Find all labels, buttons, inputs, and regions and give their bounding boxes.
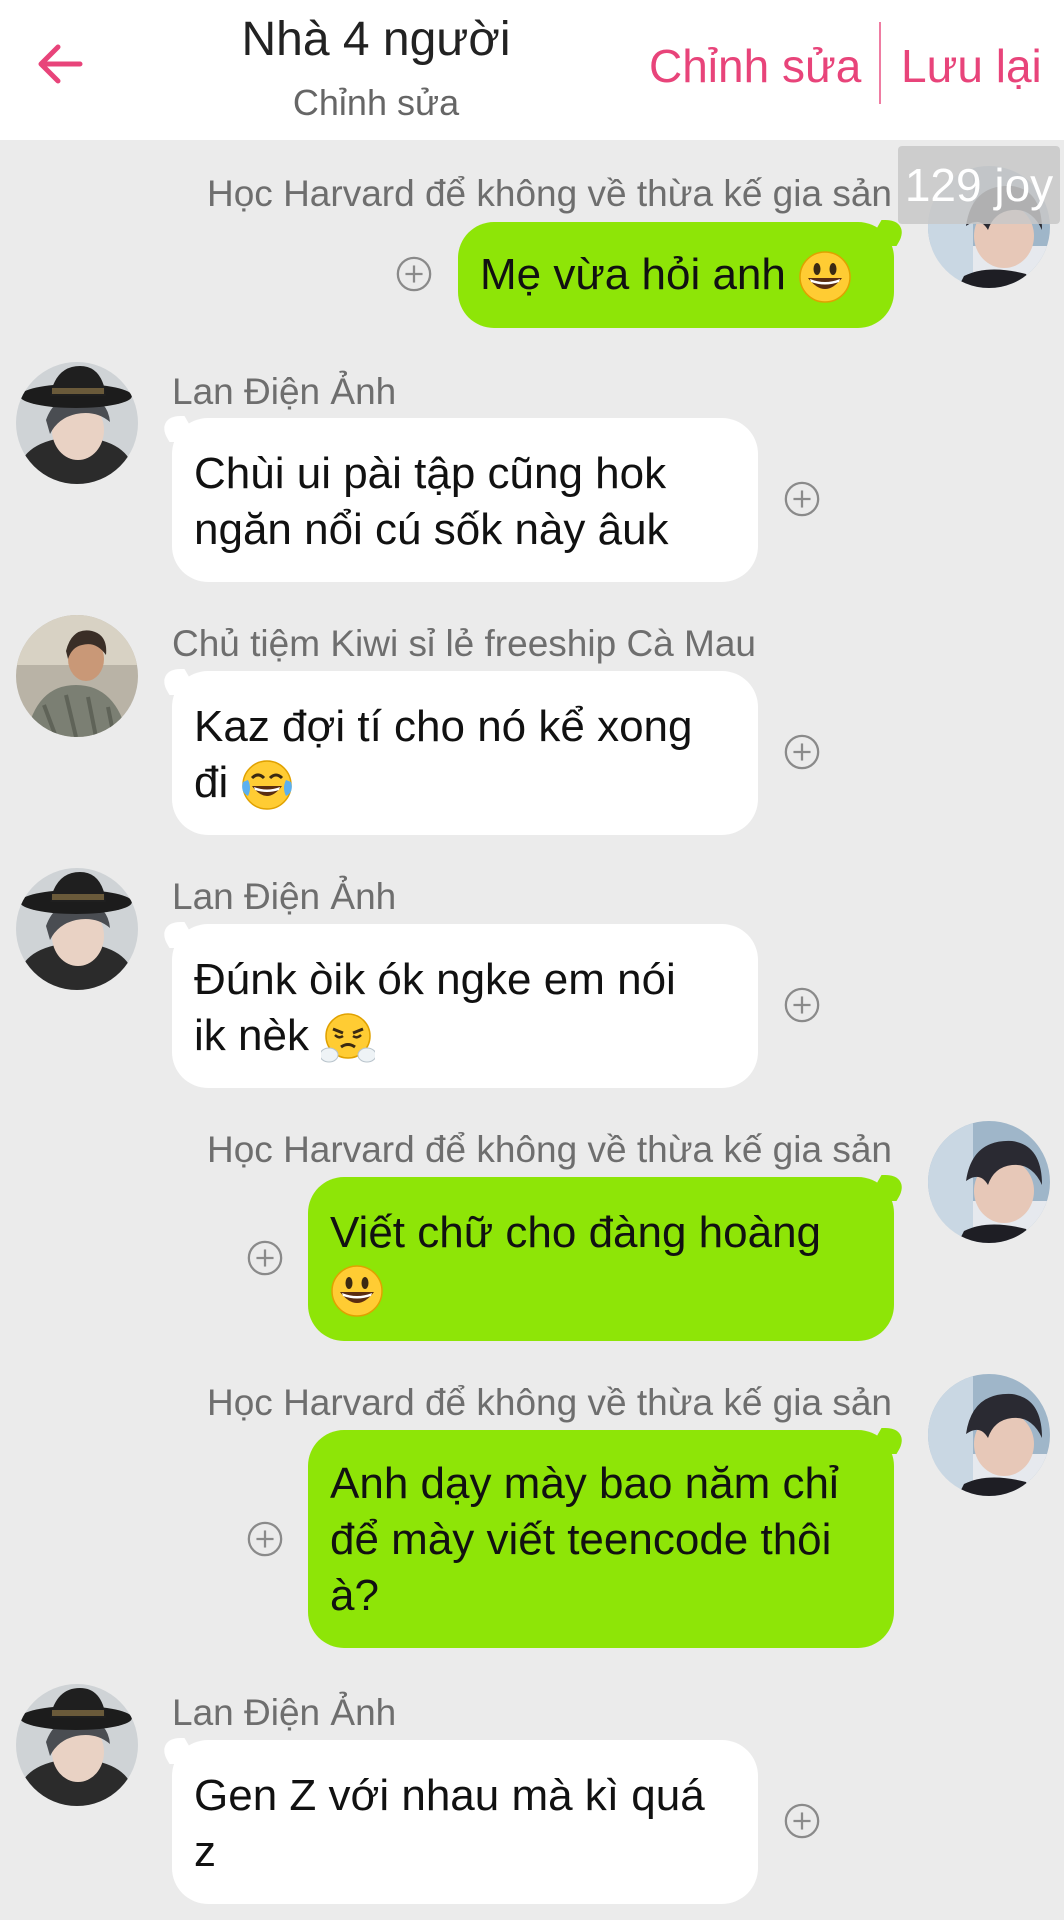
- message-text-line: Chùi ui pài tập cũng hok: [194, 449, 667, 498]
- sender-name: Học Harvard để không về thừa kế gia sản: [207, 173, 892, 214]
- message-bubble[interactable]: Chùi ui pài tập cũng hok ngăn nổi cú sốk…: [172, 418, 758, 582]
- sender-name: Học Harvard để không về thừa kế gia sản: [207, 1129, 892, 1170]
- message-text-line: Kaz đợi tí cho nó kể xong: [194, 702, 693, 751]
- message-bubble[interactable]: Anh dạy mày bao năm chỉ để mày viết teen…: [308, 1430, 894, 1648]
- grinning-face-icon: [798, 250, 852, 304]
- add-reaction-icon[interactable]: [783, 1802, 821, 1840]
- tears-of-joy-face-icon: [240, 758, 294, 812]
- chat-title: Nhà 4 người: [241, 13, 511, 66]
- avatar[interactable]: [16, 868, 138, 990]
- avatar[interactable]: [928, 1121, 1050, 1243]
- sender-name: Lan Điện Ảnh: [172, 371, 397, 412]
- avatar[interactable]: [16, 362, 138, 484]
- message-text: Mẹ vừa hỏi anh: [480, 250, 786, 299]
- message-bubble[interactable]: Kaz đợi tí cho nó kể xong đi: [172, 671, 758, 835]
- grinning-face-icon: [330, 1264, 384, 1318]
- message-text-line: Anh dạy mày bao năm chỉ: [330, 1459, 839, 1508]
- add-reaction-icon[interactable]: [246, 1239, 284, 1277]
- message-text-line: à?: [330, 1571, 379, 1620]
- message-bubble[interactable]: Viết chữ cho đàng hoàng: [308, 1177, 894, 1341]
- message-text-line: z: [194, 1827, 216, 1876]
- back-arrow-icon[interactable]: [34, 38, 86, 90]
- message-bubble[interactable]: Gen Z với nhau mà kì quá z: [172, 1740, 758, 1904]
- add-reaction-icon[interactable]: [783, 733, 821, 771]
- add-reaction-icon[interactable]: [395, 255, 433, 293]
- message-text-line: Đúnk òik ók ngke em nói: [194, 955, 676, 1004]
- chat-subtitle: Chỉnh sửa: [292, 82, 460, 123]
- sender-name: Chủ tiệm Kiwi sỉ lẻ freeship Cà Mau: [172, 623, 756, 664]
- message-text-line: ngăn nổi cú sốk này âuk: [194, 505, 669, 554]
- edit-button[interactable]: Chỉnh sửa: [649, 38, 861, 94]
- message-text-line: để mày viết teencode thôi: [330, 1515, 832, 1564]
- add-reaction-icon[interactable]: [783, 986, 821, 1024]
- avatar[interactable]: [16, 615, 138, 737]
- message-bubble[interactable]: Mẹ vừa hỏi anh: [458, 222, 894, 328]
- message-text-line: Viết chữ cho đàng hoàng: [330, 1208, 822, 1257]
- message-bubble[interactable]: Đúnk òik ók ngke em nói ik nèk: [172, 924, 758, 1088]
- message-text-line: Gen Z với nhau mà kì quá: [194, 1771, 705, 1820]
- save-button[interactable]: Lưu lại: [901, 38, 1042, 94]
- sender-name: Lan Điện Ảnh: [172, 1692, 397, 1733]
- reaction-count-badge: 129 joy: [898, 146, 1060, 224]
- add-reaction-icon[interactable]: [783, 480, 821, 518]
- add-reaction-icon[interactable]: [246, 1520, 284, 1558]
- face-with-steam-icon: [321, 1011, 375, 1065]
- message-text-line: ik nèk: [194, 1011, 309, 1060]
- chat-header: Nhà 4 người Chỉnh sửa Chỉnh sửa Lưu lại: [0, 0, 1064, 140]
- sender-name: Học Harvard để không về thừa kế gia sản: [207, 1382, 892, 1423]
- avatar[interactable]: [928, 1374, 1050, 1496]
- message-text-line: đi: [194, 758, 229, 807]
- avatar[interactable]: [16, 1684, 138, 1806]
- header-divider: [879, 22, 881, 104]
- sender-name: Lan Điện Ảnh: [172, 876, 397, 917]
